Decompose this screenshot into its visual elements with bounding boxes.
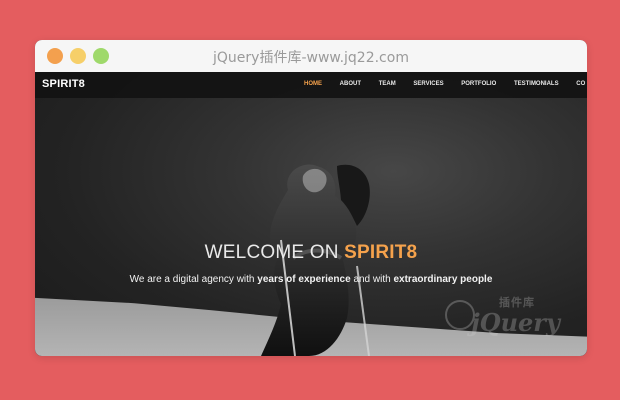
nav-home-link[interactable]: HOME	[304, 81, 322, 87]
hero-subtitle-middle: and with	[353, 274, 391, 285]
window-titlebar: jQuery插件库-www.jq22.com	[35, 40, 587, 72]
nav-testimonials-link[interactable]: TESTIMONIALS	[514, 81, 559, 87]
site-brand[interactable]: SPIRIT8	[42, 78, 85, 90]
hero-subtitle-bold-people: extraordinary people	[393, 274, 493, 285]
jq22-watermark: 插件库 jQuery	[445, 294, 571, 340]
page-viewport: SPIRIT8 HOME ABOUT TEAM SERVICES PORTFOL…	[35, 72, 587, 356]
hero-subtitle-start: We are a digital agency with	[129, 274, 255, 285]
hero-title-prefix: WELCOME ON	[204, 242, 339, 263]
hero-subtitle-bold-experience: years of experience	[257, 274, 351, 285]
hero-title: WELCOME ON SPIRIT8	[35, 242, 587, 264]
watermark-main-text: jQuery	[471, 308, 560, 337]
nav-contact-link-partial[interactable]: CO	[576, 81, 585, 87]
nav-team-link[interactable]: TEAM	[379, 81, 396, 87]
browser-window: jQuery插件库-www.jq22.com SPIRIT8 HOME ABOU…	[35, 40, 587, 356]
nav-services-link[interactable]: SERVICES	[413, 81, 443, 87]
top-navbar: SPIRIT8 HOME ABOUT TEAM SERVICES PORTFOL…	[35, 72, 587, 98]
hero-title-accent: SPIRIT8	[344, 242, 418, 263]
main-navigation: HOME ABOUT TEAM SERVICES PORTFOLIO TESTI…	[304, 81, 587, 87]
hero-subtitle: We are a digital agency with years of ex…	[35, 274, 587, 285]
nav-portfolio-link[interactable]: PORTFOLIO	[461, 81, 496, 87]
nav-about-link[interactable]: ABOUT	[340, 81, 361, 87]
window-title: jQuery插件库-www.jq22.com	[213, 50, 409, 66]
